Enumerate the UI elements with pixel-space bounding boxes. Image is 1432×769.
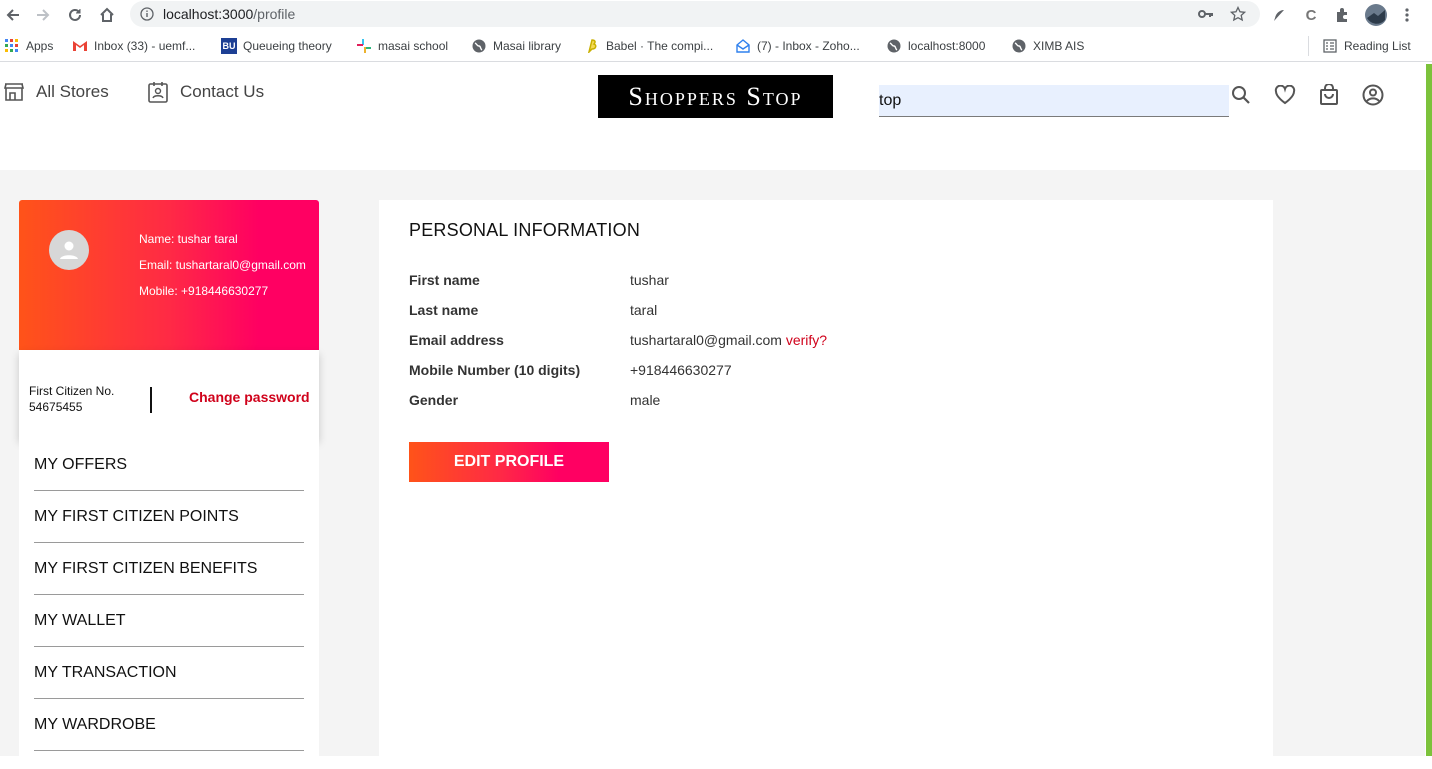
first-citizen-number: 54675455 [29,400,83,414]
bookmark-label: Babel · The compi... [606,39,714,53]
bookmarks-bar: Apps Inbox (33) - uemf... BU Queueing th… [0,30,1432,62]
globe-icon [471,38,487,54]
shopping-bag-icon[interactable] [1317,83,1341,107]
gender-value: male [630,392,661,408]
apps-grid-icon [4,38,20,54]
email-value: tushartaral0@gmail.com [630,332,782,348]
menu-item-my-wardrobe[interactable]: MY WARDROBE [34,699,304,751]
bookmark-apps[interactable]: Apps [4,38,53,54]
profile-summary-card: Name: tushar taral Email: tushartaral0@g… [19,200,319,350]
reload-icon[interactable] [64,4,86,26]
extension-feather-icon[interactable] [1269,5,1289,25]
user-icon [60,241,78,259]
last-name-label: Last name [409,302,479,318]
back-icon[interactable] [2,4,24,26]
bookmark-label: Queueing theory [243,39,332,53]
bookmark-label: masai school [378,39,449,53]
personal-information-title: PERSONAL INFORMATION [409,220,641,240]
profile-body: Name: tushar taral Email: tushartaral0@g… [0,170,1425,769]
contact-card-icon [148,82,168,103]
browser-menu-icon[interactable] [1397,5,1417,25]
browser-toolbar: localhost:3000/profile C [0,0,1432,30]
all-stores-label: All Stores [36,82,109,101]
key-icon[interactable] [1198,7,1214,26]
menu-item-first-citizen-benefits[interactable]: MY FIRST CITIZEN BENEFITS [34,543,304,595]
web-page: All Stores Contact Us Shoppers Stop Name… [0,64,1425,769]
wishlist-heart-icon[interactable] [1273,83,1297,107]
forward-icon[interactable] [32,4,54,26]
bookmark-queueing-theory[interactable]: BU Queueing theory [221,38,332,54]
bookmark-masai-school[interactable]: masai school [356,38,448,54]
first-citizen-label: First Citizen No. [29,384,115,398]
bookmark-babel[interactable]: Babel · The compi... [584,38,713,54]
info-icon[interactable] [140,7,154,26]
window-edge [1426,64,1432,756]
star-icon[interactable] [1229,5,1247,27]
bookmark-label: (7) - Inbox - Zoho... [757,39,860,53]
menu-item-my-wallet[interactable]: MY WALLET [34,595,304,647]
profile-mobile: Mobile: +918446630277 [139,284,269,298]
shoppers-stop-logo[interactable]: Shoppers Stop [598,75,833,118]
menu-item-my-transaction[interactable]: MY TRANSACTION [34,647,304,699]
mobile-value: +918446630277 [630,362,732,378]
extensions-puzzle-icon[interactable] [1333,5,1353,25]
gmail-icon [72,38,88,54]
citizen-divider [150,387,152,413]
bu-icon: BU [221,38,237,54]
avatar [49,230,89,270]
site-header: All Stores Contact Us Shoppers Stop [0,64,1425,170]
all-stores-link[interactable]: All Stores [4,80,109,104]
email-label: Email address [409,332,504,348]
menu-item-first-citizen-points[interactable]: MY FIRST CITIZEN POINTS [34,491,304,543]
contact-us-link[interactable]: Contact Us [148,80,264,104]
last-name-value: taral [630,302,658,318]
profile-avatar-icon[interactable] [1364,3,1388,27]
url-host: localhost:3000 [163,6,254,22]
globe-icon [1011,38,1027,54]
profile-name: Name: tushar taral [139,232,238,246]
personal-information-panel: PERSONAL INFORMATION First name tushar L… [379,200,1273,760]
bookmark-label: XIMB AIS [1033,39,1085,53]
email-value-row: tushartaral0@gmail.com verify? [630,332,827,348]
bookmark-label: Apps [26,39,54,53]
menu-item-my-offers[interactable]: MY OFFERS [34,439,304,491]
bookmark-gmail[interactable]: Inbox (33) - uemf... [72,38,195,54]
slack-icon [356,38,372,54]
bookmark-label: Inbox (33) - uemf... [94,39,196,53]
profile-email: Email: tushartaral0@gmail.com [139,258,306,272]
change-password-link[interactable]: Change password [189,389,310,405]
account-circle-icon[interactable] [1361,83,1385,107]
bookmark-localhost-8000[interactable]: localhost:8000 [886,38,985,54]
babel-icon [584,38,600,54]
reading-list-button[interactable]: Reading List [1322,38,1411,54]
bookmark-zoho-inbox[interactable]: (7) - Inbox - Zoho... [735,38,860,54]
globe-icon [886,38,902,54]
reading-list-label: Reading List [1344,39,1411,53]
gender-label: Gender [409,392,459,408]
bookmark-ximb-ais[interactable]: XIMB AIS [1011,38,1084,54]
account-menu: MY OFFERS MY FIRST CITIZEN POINTS MY FIR… [19,439,319,769]
first-name-value: tushar [630,272,669,288]
url-text: localhost:3000/profile [163,6,295,22]
first-citizen-info: First Citizen No. 54675455 [29,383,114,415]
search-input[interactable] [879,85,1229,117]
bookmarks-separator [1308,36,1309,56]
address-bar[interactable]: localhost:3000/profile [130,1,1260,27]
reading-list-icon [1322,38,1338,54]
url-path: /profile [253,6,296,22]
verify-email-link[interactable]: verify? [786,332,827,348]
contact-us-label: Contact Us [180,82,265,101]
extension-c-icon[interactable]: C [1301,5,1321,25]
bookmark-label: Masai library [493,39,562,53]
zoho-mail-icon [735,38,751,54]
mobile-label: Mobile Number (10 digits) [409,362,581,378]
bookmark-masai-library[interactable]: Masai library [471,38,561,54]
home-icon[interactable] [96,4,118,26]
search-icon[interactable] [1229,83,1253,107]
first-name-label: First name [409,272,480,288]
store-icon [4,83,24,101]
bookmark-label: localhost:8000 [908,39,986,53]
edit-profile-button[interactable]: EDIT PROFILE [409,442,609,482]
first-citizen-card: First Citizen No. 54675455 Change passwo… [19,350,319,439]
